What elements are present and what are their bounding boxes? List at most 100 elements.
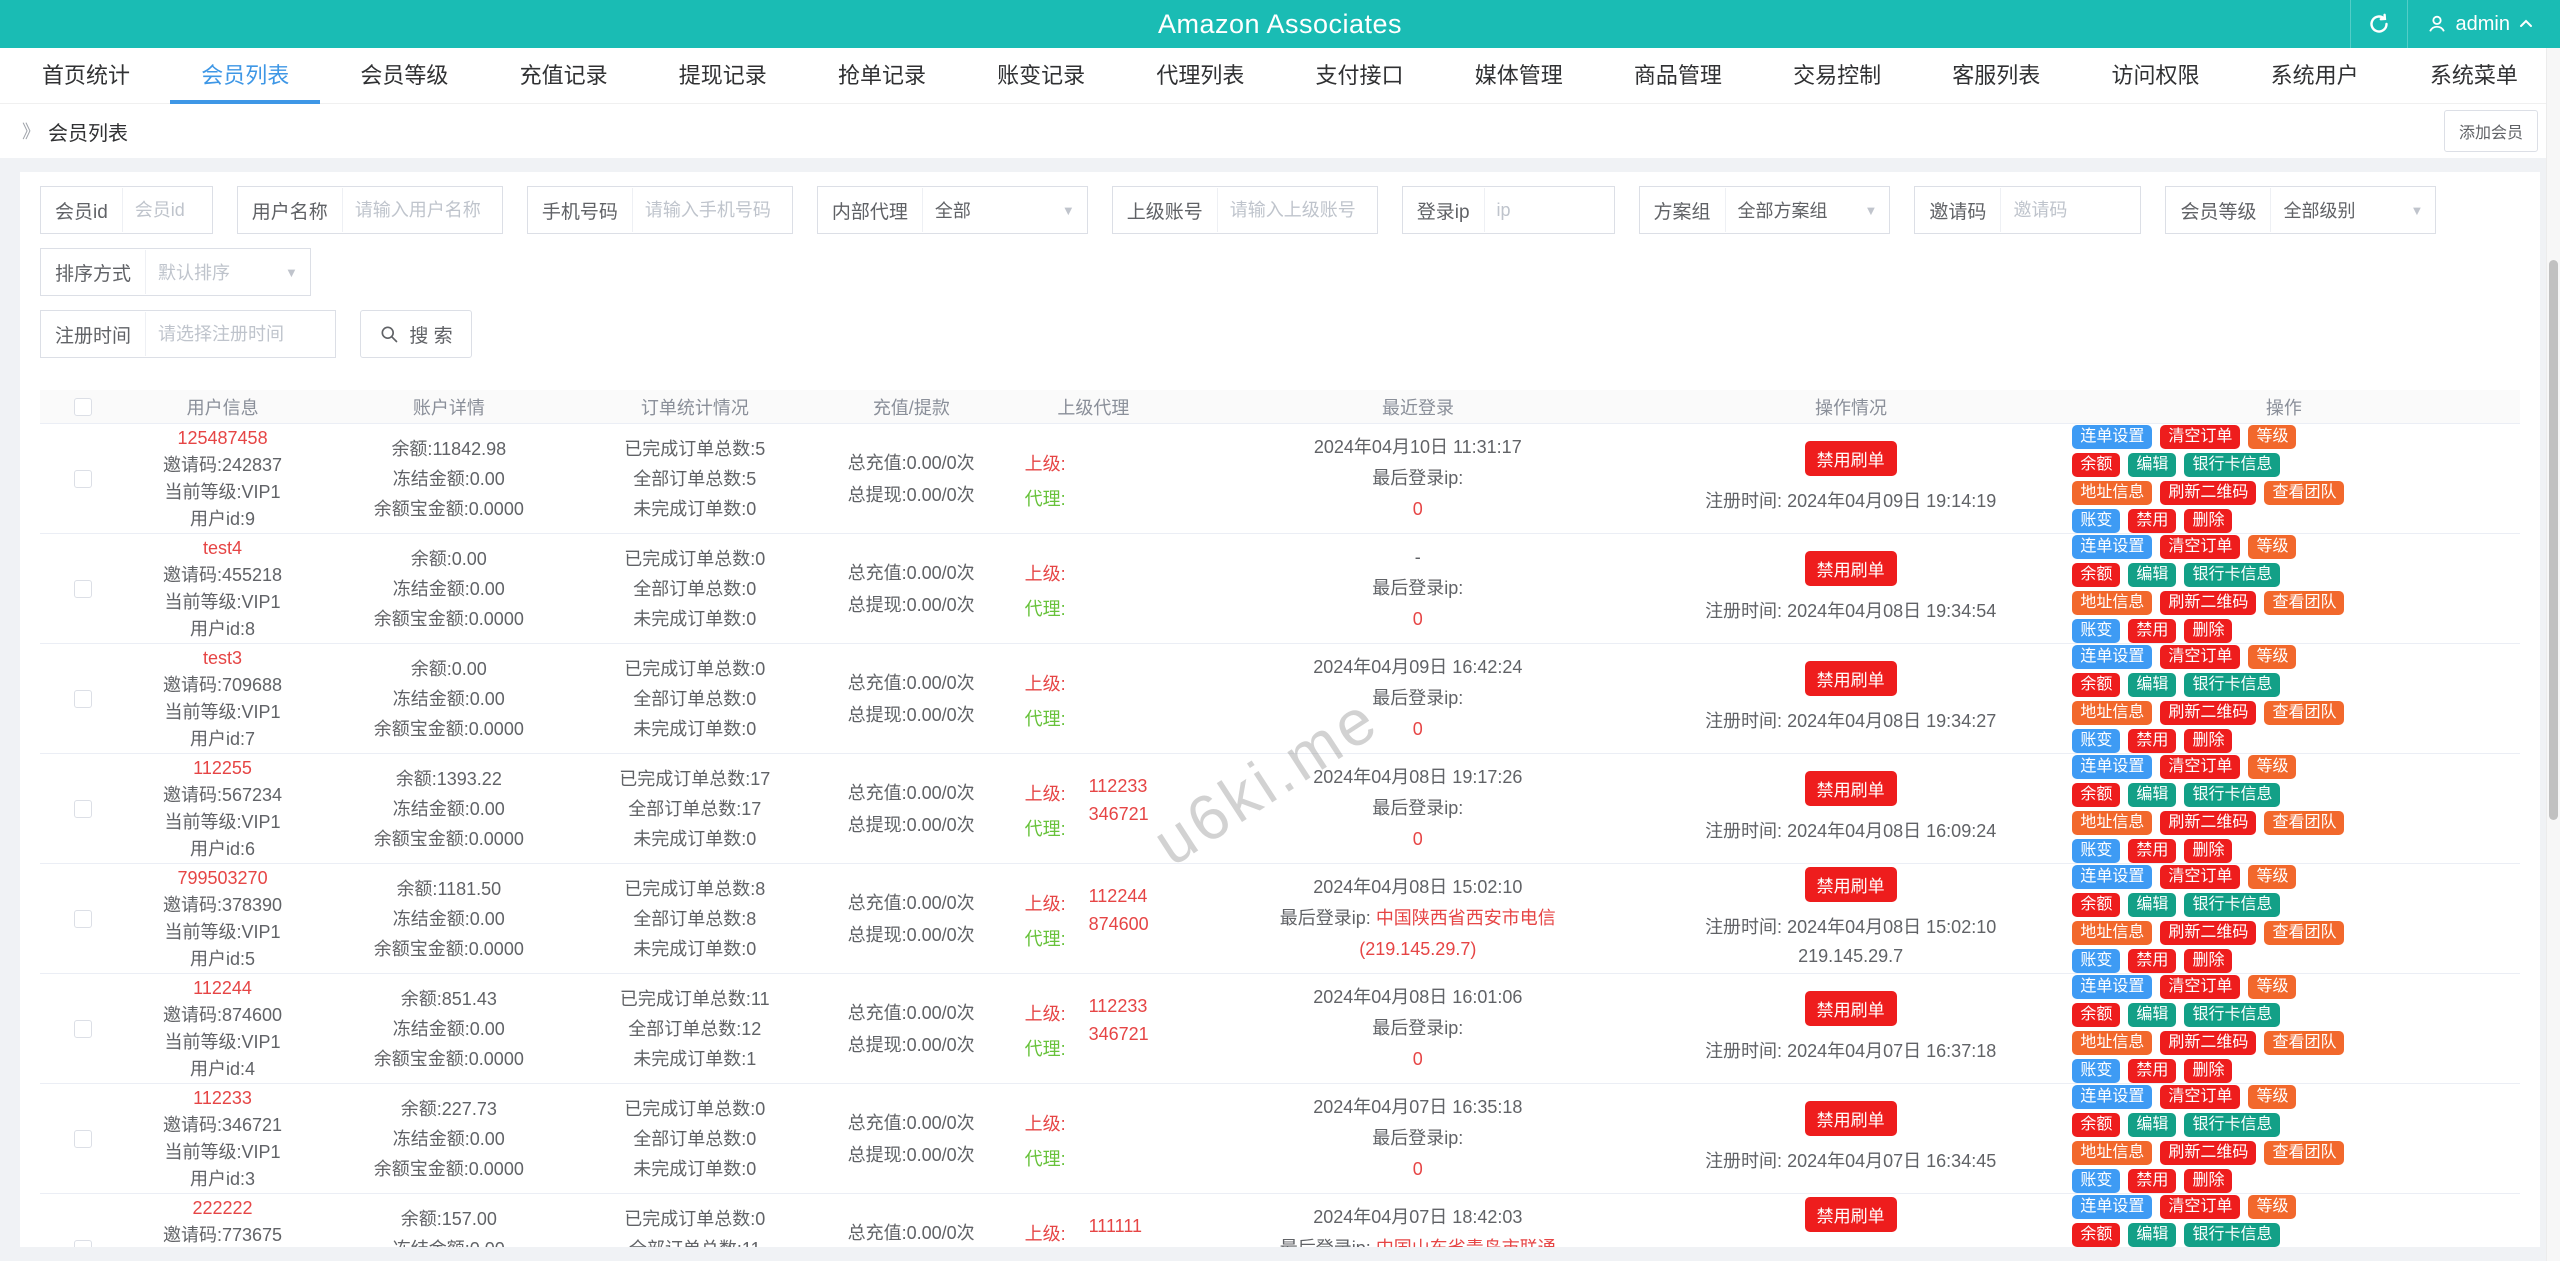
action-refresh-qrcode-button[interactable]: 刷新二维码: [2160, 1030, 2257, 1055]
row-checkbox[interactable]: [74, 579, 92, 598]
action-address-info-button[interactable]: 地址信息: [2072, 700, 2153, 725]
action-balance-button[interactable]: 余额: [2072, 562, 2121, 587]
filter-internal-agent-select[interactable]: 内部代理 全部 ▼: [816, 186, 1088, 234]
row-checkbox[interactable]: [74, 799, 92, 818]
row-checkbox[interactable]: [74, 909, 92, 928]
action-edit-button[interactable]: 编辑: [2128, 1222, 2177, 1247]
action-address-info-button[interactable]: 地址信息: [2072, 810, 2153, 835]
action-disable-button[interactable]: 禁用: [2128, 1058, 2177, 1083]
action-delete-button[interactable]: 删除: [2184, 728, 2233, 753]
action-refresh-qrcode-button[interactable]: 刷新二维码: [2160, 810, 2257, 835]
filter-plan-group-select[interactable]: 方案组 全部方案组 ▼: [1638, 186, 1891, 234]
action-balance-button[interactable]: 余额: [2072, 1222, 2121, 1247]
action-clear-orders-button[interactable]: 清空订单: [2160, 534, 2241, 559]
disable-brushing-button[interactable]: 禁用刷单: [1804, 991, 1897, 1026]
row-checkbox[interactable]: [74, 1239, 92, 1247]
action-level-button[interactable]: 等级: [2248, 1084, 2297, 1109]
action-delete-button[interactable]: 删除: [2184, 1058, 2233, 1083]
action-refresh-qrcode-button[interactable]: 刷新二维码: [2160, 700, 2257, 725]
action-balance-button[interactable]: 余额: [2072, 1112, 2121, 1137]
action-address-info-button[interactable]: 地址信息: [2072, 1030, 2153, 1055]
add-member-button[interactable]: 添加会员: [2443, 110, 2538, 152]
action-bank-card-info-button[interactable]: 银行卡信息: [2184, 892, 2281, 917]
phone-input[interactable]: [631, 188, 792, 232]
row-checkbox[interactable]: [74, 469, 92, 488]
action-refresh-qrcode-button[interactable]: 刷新二维码: [2160, 590, 2257, 615]
username-link[interactable]: 112244: [193, 975, 252, 1002]
username-input[interactable]: [341, 188, 502, 232]
upline-account-input[interactable]: [1216, 188, 1377, 232]
action-delete-button[interactable]: 删除: [2184, 508, 2233, 533]
action-clear-orders-button[interactable]: 清空订单: [2160, 644, 2241, 669]
action-view-team-button[interactable]: 查看团队: [2264, 590, 2345, 615]
action-account-change-button[interactable]: 账变: [2072, 948, 2121, 973]
action-balance-button[interactable]: 余额: [2072, 782, 2121, 807]
action-chain-order-settings-button[interactable]: 连单设置: [2072, 864, 2153, 889]
action-address-info-button[interactable]: 地址信息: [2072, 480, 2153, 505]
action-delete-button[interactable]: 删除: [2184, 618, 2233, 643]
action-delete-button[interactable]: 删除: [2184, 948, 2233, 973]
action-edit-button[interactable]: 编辑: [2128, 562, 2177, 587]
action-clear-orders-button[interactable]: 清空订单: [2160, 864, 2241, 889]
nav-tab[interactable]: 访问权限: [2103, 48, 2207, 104]
row-checkbox[interactable]: [74, 689, 92, 708]
action-level-button[interactable]: 等级: [2248, 1194, 2297, 1219]
select-all-checkbox[interactable]: [74, 397, 92, 416]
action-edit-button[interactable]: 编辑: [2128, 892, 2177, 917]
nav-tab[interactable]: 系统用户: [2263, 48, 2367, 104]
action-edit-button[interactable]: 编辑: [2128, 672, 2177, 697]
action-delete-button[interactable]: 删除: [2184, 1168, 2233, 1193]
action-chain-order-settings-button[interactable]: 连单设置: [2072, 644, 2153, 669]
member-id-input[interactable]: [121, 188, 212, 232]
action-account-change-button[interactable]: 账变: [2072, 728, 2121, 753]
nav-tab[interactable]: 充值记录: [512, 48, 616, 104]
nav-tab[interactable]: 会员列表: [193, 48, 297, 104]
action-level-button[interactable]: 等级: [2248, 974, 2297, 999]
action-balance-button[interactable]: 余额: [2072, 452, 2121, 477]
nav-tab[interactable]: 提现记录: [671, 48, 775, 104]
user-menu[interactable]: admin: [2408, 13, 2552, 36]
action-bank-card-info-button[interactable]: 银行卡信息: [2184, 782, 2281, 807]
action-disable-button[interactable]: 禁用: [2128, 618, 2177, 643]
action-chain-order-settings-button[interactable]: 连单设置: [2072, 754, 2153, 779]
action-clear-orders-button[interactable]: 清空订单: [2160, 754, 2241, 779]
reg-time-input[interactable]: [145, 312, 336, 356]
row-checkbox[interactable]: [74, 1129, 92, 1148]
disable-brushing-button[interactable]: 禁用刷单: [1804, 441, 1897, 476]
username-link[interactable]: test3: [203, 645, 242, 672]
action-edit-button[interactable]: 编辑: [2128, 452, 2177, 477]
action-clear-orders-button[interactable]: 清空订单: [2160, 974, 2241, 999]
login-ip-input[interactable]: [1483, 188, 1614, 232]
username-link[interactable]: 125487458: [177, 425, 267, 452]
action-disable-button[interactable]: 禁用: [2128, 508, 2177, 533]
action-level-button[interactable]: 等级: [2248, 644, 2297, 669]
action-level-button[interactable]: 等级: [2248, 754, 2297, 779]
action-disable-button[interactable]: 禁用: [2128, 838, 2177, 863]
search-button[interactable]: 搜 索: [360, 310, 473, 358]
action-view-team-button[interactable]: 查看团队: [2264, 700, 2345, 725]
nav-tab[interactable]: 交易控制: [1785, 48, 1889, 104]
action-bank-card-info-button[interactable]: 银行卡信息: [2184, 562, 2281, 587]
disable-brushing-button[interactable]: 禁用刷单: [1804, 771, 1897, 806]
nav-tab[interactable]: 系统菜单: [2422, 48, 2526, 104]
action-delete-button[interactable]: 删除: [2184, 838, 2233, 863]
filter-member-level-select[interactable]: 会员等级 全部级别 ▼: [2165, 186, 2437, 234]
action-level-button[interactable]: 等级: [2248, 534, 2297, 559]
username-link[interactable]: 112233: [193, 1085, 252, 1112]
nav-tab[interactable]: 客服列表: [1944, 48, 2048, 104]
action-disable-button[interactable]: 禁用: [2128, 948, 2177, 973]
action-level-button[interactable]: 等级: [2248, 424, 2297, 449]
action-balance-button[interactable]: 余额: [2072, 1002, 2121, 1027]
username-link[interactable]: 112255: [193, 755, 252, 782]
scrollbar-thumb[interactable]: [2549, 260, 2558, 820]
action-clear-orders-button[interactable]: 清空订单: [2160, 1084, 2241, 1109]
nav-tab[interactable]: 抢单记录: [830, 48, 934, 104]
action-account-change-button[interactable]: 账变: [2072, 838, 2121, 863]
action-clear-orders-button[interactable]: 清空订单: [2160, 1194, 2241, 1219]
action-account-change-button[interactable]: 账变: [2072, 1168, 2121, 1193]
action-view-team-button[interactable]: 查看团队: [2264, 1140, 2345, 1165]
action-view-team-button[interactable]: 查看团队: [2264, 480, 2345, 505]
username-link[interactable]: 222222: [193, 1195, 253, 1222]
action-disable-button[interactable]: 禁用: [2128, 1168, 2177, 1193]
action-level-button[interactable]: 等级: [2248, 864, 2297, 889]
